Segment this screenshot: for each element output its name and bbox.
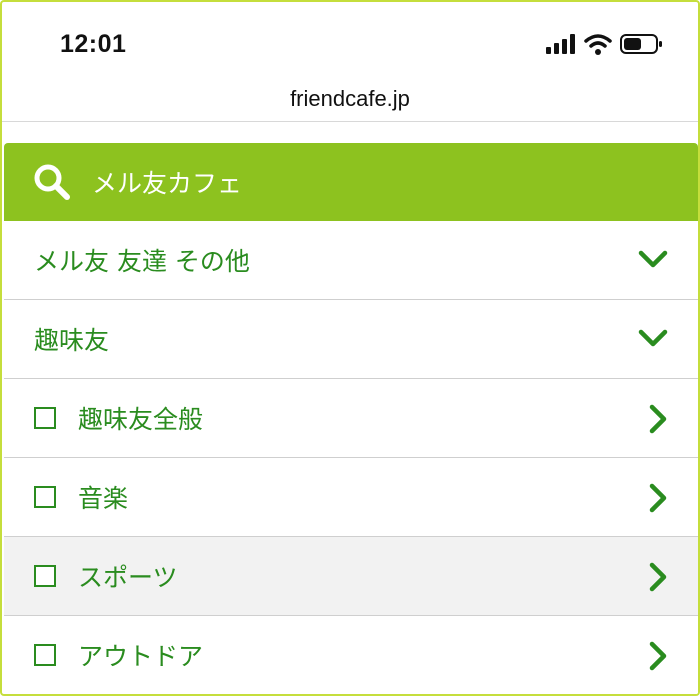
checkbox[interactable] <box>34 407 56 429</box>
search-title: メル友カフェ <box>92 169 243 198</box>
chevron-right-icon <box>649 562 667 592</box>
search-icon <box>32 162 72 202</box>
category-label: 趣味友 <box>34 326 110 355</box>
battery-icon <box>620 34 662 54</box>
list-item-label: 音楽 <box>78 484 129 513</box>
browser-url-bar[interactable]: friendcafe.jp <box>2 82 698 122</box>
checkbox[interactable] <box>34 486 56 508</box>
list-item[interactable]: 趣味友全般 <box>4 379 698 458</box>
signal-icon <box>546 34 575 54</box>
list-item[interactable]: 音楽 <box>4 458 698 537</box>
chevron-down-icon <box>638 250 668 268</box>
status-bar: 12:01 <box>2 2 698 82</box>
chevron-right-icon <box>649 483 667 513</box>
list-item-label: 趣味友全般 <box>78 405 204 434</box>
status-time: 12:01 <box>60 30 127 58</box>
chevron-down-icon <box>638 329 668 347</box>
chevron-right-icon <box>649 404 667 434</box>
category-row-hobby-friends[interactable]: 趣味友 <box>4 300 698 379</box>
wifi-icon <box>584 34 612 55</box>
checkbox[interactable] <box>34 565 56 587</box>
phone-screen: 12:01 friendcafe.jp メル友カフェ メル友 友達 その他 趣味… <box>0 0 700 696</box>
status-icons <box>546 33 664 55</box>
list-item-label: アウトドア <box>78 642 204 671</box>
list-item-label: スポーツ <box>78 563 178 592</box>
category-row-mail-friends[interactable]: メル友 友達 その他 <box>4 221 698 300</box>
list-item[interactable]: スポーツ <box>4 537 698 616</box>
chevron-right-icon <box>649 641 667 671</box>
list-item[interactable]: アウトドア <box>4 616 698 694</box>
category-label: メル友 友達 その他 <box>34 247 250 276</box>
checkbox[interactable] <box>34 644 56 666</box>
search-header[interactable]: メル友カフェ <box>4 143 698 221</box>
browser-url: friendcafe.jp <box>290 86 410 111</box>
